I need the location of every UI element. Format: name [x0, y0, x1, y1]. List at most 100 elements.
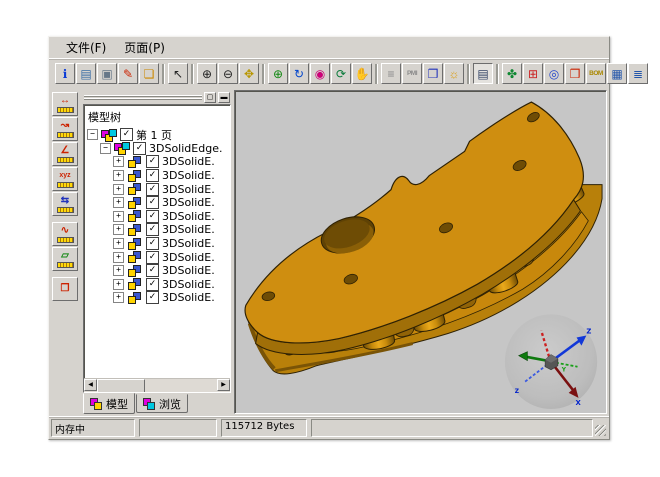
tree-expander[interactable]: +	[113, 197, 124, 208]
annotate-pen-button[interactable]: ✎	[118, 63, 138, 84]
spin-view-button[interactable]: ◉	[310, 63, 330, 84]
tree-expander[interactable]: −	[87, 129, 98, 140]
export-document-button[interactable]: ▤	[76, 63, 96, 84]
tree-expander[interactable]: +	[113, 252, 124, 263]
printer-icon: ▣	[101, 68, 112, 80]
structure-tree-button[interactable]: ≣	[628, 63, 648, 84]
measure-coordinate-button[interactable]: xyz	[52, 167, 78, 191]
tree-item[interactable]: +✓3DSolidE.	[87, 155, 230, 169]
solid-cubes-button[interactable]: ❒	[565, 63, 585, 84]
refresh-view-button[interactable]: ⟳	[331, 63, 351, 84]
tree-expander[interactable]: +	[113, 170, 124, 181]
tree-checkbox[interactable]: ✓	[146, 278, 159, 291]
tree-item[interactable]: +✓3DSolidE.	[87, 291, 230, 305]
tree-expander[interactable]: +	[113, 265, 124, 276]
menu-file[interactable]: 文件(F)	[57, 37, 115, 58]
tree-expander[interactable]: +	[113, 238, 124, 249]
tree-expander[interactable]: +	[113, 184, 124, 195]
pmi-button[interactable]: PMI	[402, 63, 422, 84]
pan-axes-button[interactable]: ✥	[239, 63, 259, 84]
panel-float-button[interactable]: ▢	[204, 92, 216, 103]
tree-expander[interactable]: +	[113, 292, 124, 303]
target-icon: ◎	[549, 68, 559, 80]
grip-lines[interactable]	[84, 95, 202, 100]
screen: 文件(F)页面(P) ℹ▤▣✎❏↖⊕⊖✥⊕↻◉⟳✋≡PMI❒☼▤✤⊞◎❒BOM▦…	[0, 0, 660, 477]
info-button[interactable]: ℹ	[55, 63, 75, 84]
curve-icon: ↝	[61, 121, 69, 131]
select-button[interactable]: ↖	[168, 63, 188, 84]
rotate-view-button[interactable]: ↻	[289, 63, 309, 84]
report-table-button[interactable]: ▦	[607, 63, 627, 84]
tree-item[interactable]: +✓3DSolidE.	[87, 223, 230, 237]
tree-checkbox[interactable]: ✓	[133, 142, 146, 155]
tree-item[interactable]: +✓3DSolidE.	[87, 196, 230, 210]
tree-item[interactable]: −✓3DSolidEdge.	[87, 142, 230, 156]
tree-expander[interactable]: +	[113, 279, 124, 290]
assembly-button[interactable]: ✤	[502, 63, 522, 84]
measure-curve-button[interactable]: ↝	[52, 117, 78, 141]
tree-checkbox[interactable]: ✓	[146, 264, 159, 277]
axis-triad-widget[interactable]: Z X Y Z	[505, 314, 597, 409]
viewport-canvas[interactable]: Z X Y Z	[236, 92, 605, 412]
tree-expander[interactable]: +	[113, 224, 124, 235]
zoom-out-button[interactable]: ⊖	[218, 63, 238, 84]
target-button[interactable]: ◎	[544, 63, 564, 84]
tree-item[interactable]: +✓3DSolidE.	[87, 210, 230, 224]
panel-hide-button[interactable]: ▬	[218, 92, 230, 103]
bom-button[interactable]: BOM	[586, 63, 606, 84]
part-cube-icon	[127, 210, 143, 222]
zoom-in-button[interactable]: ⊕	[197, 63, 217, 84]
print-button[interactable]: ▣	[97, 63, 117, 84]
tree-checkbox[interactable]: ✓	[146, 183, 159, 196]
tree-item[interactable]: +✓3DSolidE.	[87, 264, 230, 278]
measure-angle-button[interactable]: ∠	[52, 142, 78, 166]
viewport-3d[interactable]: Z X Y Z	[234, 90, 607, 414]
panel-gripper[interactable]: ▢ ▬	[84, 92, 230, 102]
measure-volume-button[interactable]: ❒	[52, 277, 78, 301]
tree-checkbox[interactable]: ✓	[120, 128, 133, 141]
tree-checkbox[interactable]: ✓	[146, 291, 159, 304]
tree-hscrollbar[interactable]: ◀ ▶	[84, 378, 230, 392]
tree-item[interactable]: +✓3DSolidE.	[87, 237, 230, 251]
tree-item[interactable]: +✓3DSolidE.	[87, 278, 230, 292]
tab-browse[interactable]: 浏览	[136, 394, 188, 413]
screen-config-button[interactable]: ⊞	[523, 63, 543, 84]
tree-checkbox[interactable]: ✓	[146, 251, 159, 264]
layers-button[interactable]: ≡	[381, 63, 401, 84]
light-button[interactable]: ☼	[444, 63, 464, 84]
tree-item[interactable]: +✓3DSolidE.	[87, 182, 230, 196]
tree-checkbox[interactable]: ✓	[146, 155, 159, 168]
tab-model[interactable]: 模型	[83, 393, 135, 414]
notebook-button[interactable]: ▤	[473, 63, 493, 84]
pan-hand-button[interactable]: ✋	[352, 63, 372, 84]
tree-item[interactable]: +✓3DSolidE.	[87, 169, 230, 183]
scroll-track[interactable]	[145, 379, 217, 392]
tree-checkbox[interactable]: ✓	[146, 237, 159, 250]
xyz-icon: xyz	[59, 171, 70, 181]
export-image-button[interactable]: ❏	[139, 63, 159, 84]
tree-checkbox[interactable]: ✓	[146, 196, 159, 209]
zoom-window-button[interactable]: ⊕	[268, 63, 288, 84]
tree-expander[interactable]: −	[100, 143, 111, 154]
resize-grip[interactable]	[595, 425, 606, 436]
tree-expander[interactable]: +	[113, 156, 124, 167]
tree-checkbox[interactable]: ✓	[146, 210, 159, 223]
measure-area-button[interactable]: ▱	[52, 247, 78, 271]
measure-distance-button[interactable]: ⇆	[52, 192, 78, 216]
menu-page[interactable]: 页面(P)	[115, 37, 174, 58]
tree-checkbox[interactable]: ✓	[146, 223, 159, 236]
scroll-left-button[interactable]: ◀	[84, 379, 97, 391]
tree-checkbox[interactable]: ✓	[146, 169, 159, 182]
status-panel: 内存中	[51, 419, 135, 437]
scroll-right-button[interactable]: ▶	[217, 379, 230, 391]
measure-length-button[interactable]: ↔	[52, 92, 78, 116]
tree-item[interactable]: − ✓第 1 页	[87, 128, 230, 142]
table-search-icon: ▦	[611, 68, 622, 80]
tree-item-label: 第 1 页	[136, 128, 172, 143]
tree-item[interactable]: +✓3DSolidE.	[87, 250, 230, 264]
tree-expander[interactable]: +	[113, 211, 124, 222]
toolbar-separator	[467, 64, 469, 84]
scroll-thumb[interactable]	[97, 379, 145, 393]
view-cube-button[interactable]: ❒	[423, 63, 443, 84]
measure-polyline-button[interactable]: ∿	[52, 222, 78, 246]
